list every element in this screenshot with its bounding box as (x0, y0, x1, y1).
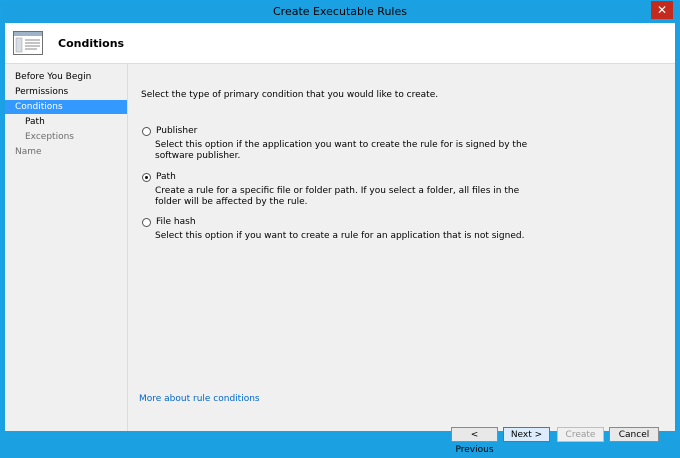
close-button[interactable]: ✕ (651, 1, 673, 19)
path-radio[interactable] (142, 173, 151, 182)
sidebar-item-permissions[interactable]: Permissions (5, 85, 127, 99)
publisher-description-line: Select this option if the application yo… (155, 140, 528, 150)
page-title: Conditions (58, 37, 125, 50)
wizard-page-icon (13, 31, 43, 55)
sidebar-item-path[interactable]: Path (5, 115, 127, 129)
sidebar-item-before-you-begin[interactable]: Before You Begin (5, 70, 127, 84)
sidebar-item-conditions[interactable]: Conditions (5, 100, 127, 114)
publisher-label[interactable]: Publisher (156, 126, 197, 136)
path-description-line: folder will be affected by the rule. (155, 197, 308, 207)
window-title: Create Executable Rules (273, 5, 407, 18)
publisher-description: Select this option if the application yo… (155, 140, 527, 162)
file-hash-description: Select this option if you want to create… (155, 231, 524, 242)
wizard-window: Create Executable Rules ✕ Conditions Bef… (0, 0, 680, 455)
file-hash-radio[interactable] (142, 218, 151, 227)
cancel-button[interactable]: Cancel (609, 427, 659, 442)
publisher-radio[interactable] (142, 127, 151, 136)
more-about-rule-conditions-link[interactable]: More about rule conditions (139, 394, 260, 404)
path-label[interactable]: Path (156, 172, 176, 182)
wizard-client-area: Conditions Before You Begin Permissions … (5, 23, 675, 455)
instruction-text: Select the type of primary condition tha… (141, 90, 439, 100)
wizard-steps-sidebar: Before You Begin Permissions Conditions … (5, 64, 128, 431)
conditions-panel: Select the type of primary condition tha… (128, 64, 675, 455)
path-description-line: Create a rule for a specific file or fol… (155, 186, 520, 196)
create-button[interactable]: Create (557, 427, 604, 442)
title-bar[interactable]: Create Executable Rules ✕ (1, 1, 679, 23)
file-hash-label[interactable]: File hash (156, 217, 196, 227)
sidebar-item-exceptions[interactable]: Exceptions (5, 130, 127, 144)
next-button[interactable]: Next > (503, 427, 550, 442)
file-hash-description-line: Select this option if you want to create… (155, 231, 525, 241)
publisher-description-line: software publisher. (155, 151, 241, 161)
previous-button[interactable]: < Previous (451, 427, 498, 455)
sidebar-item-name[interactable]: Name (5, 145, 127, 159)
close-icon: ✕ (656, 3, 668, 17)
path-description: Create a rule for a specific file or fol… (155, 186, 519, 208)
wizard-header: Conditions (5, 23, 675, 64)
